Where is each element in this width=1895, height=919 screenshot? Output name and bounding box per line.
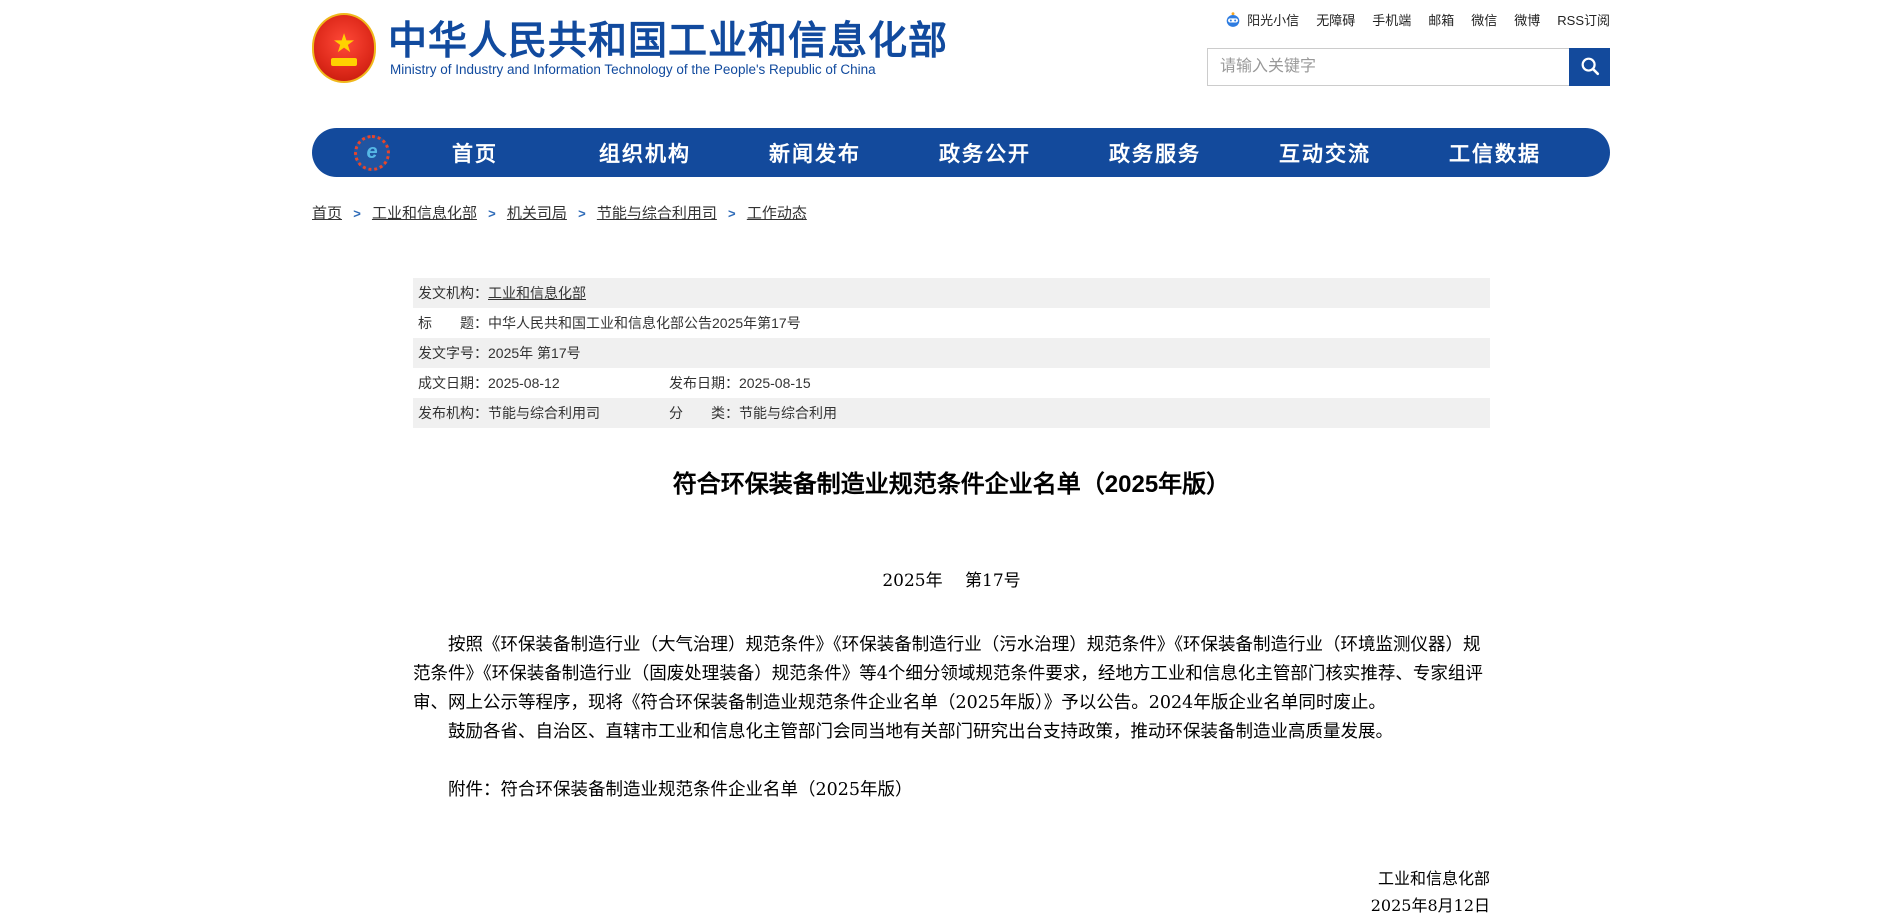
utility-link-wechat[interactable]: 微信: [1471, 10, 1497, 29]
meta-value-publisher: 节能与综合利用司: [488, 398, 600, 428]
meta-row-title: 标 题： 中华人民共和国工业和信息化部公告2025年第17号: [413, 308, 1490, 338]
robot-assistant-icon: [1224, 11, 1242, 29]
nav-item-gov-disclosure[interactable]: 政务公开: [900, 138, 1070, 168]
meta-label: 标 题：: [413, 308, 488, 338]
body-paragraph-1: 按照《环保装备制造行业（大气治理）规范条件》《环保装备制造行业（污水治理）规范条…: [413, 631, 1490, 718]
utility-link-weibo[interactable]: 微博: [1514, 10, 1540, 29]
miit-gear-logo-icon: e: [354, 135, 390, 171]
site-header: ★ 中华人民共和国工业和信息化部 Ministry of Industry an…: [312, 0, 1610, 128]
meta-value-title: 中华人民共和国工业和信息化部公告2025年第17号: [488, 308, 801, 338]
nav-item-industry-data[interactable]: 工信数据: [1410, 138, 1580, 168]
page: ★ 中华人民共和国工业和信息化部 Ministry of Industry an…: [312, 0, 1610, 919]
utility-link-accessibility[interactable]: 无障碍: [1316, 10, 1355, 29]
breadcrumb-departments[interactable]: 机关司局: [507, 205, 567, 222]
breadcrumb-separator: >: [353, 206, 361, 221]
meta-label: 分 类：: [664, 398, 739, 428]
breadcrumb-miit[interactable]: 工业和信息化部: [372, 205, 477, 222]
document-meta-table: 发文机构： 工业和信息化部 标 题： 中华人民共和国工业和信息化部公告2025年…: [413, 278, 1490, 428]
meta-value-doc-number: 2025年 第17号: [488, 338, 581, 368]
breadcrumb-separator: >: [488, 206, 496, 221]
meta-row-dates: 成文日期： 2025-08-12 发布日期： 2025-08-15: [413, 368, 1490, 398]
utility-link-mailbox[interactable]: 邮箱: [1428, 10, 1454, 29]
national-emblem-icon: ★: [312, 13, 376, 83]
utility-link-rss[interactable]: RSS订阅: [1557, 10, 1610, 29]
document-number: 2025年 第17号: [413, 566, 1490, 591]
utility-link-label: 阳光小信: [1247, 10, 1299, 29]
meta-label: 发文机构：: [413, 278, 488, 308]
nav-item-organization[interactable]: 组织机构: [560, 138, 730, 168]
meta-row-publisher-category: 发布机构： 节能与综合利用司 分 类： 节能与综合利用: [413, 398, 1490, 428]
breadcrumb-energy-dept[interactable]: 节能与综合利用司: [597, 205, 717, 222]
breadcrumb-separator: >: [728, 206, 736, 221]
site-title: 中华人民共和国工业和信息化部: [388, 10, 948, 66]
meta-value-category: 节能与综合利用: [739, 398, 837, 428]
nav-item-home[interactable]: 首页: [390, 138, 560, 168]
attachment-link[interactable]: 附件：符合环保装备制造业规范条件企业名单（2025年版）: [413, 776, 1490, 805]
search-button[interactable]: [1569, 48, 1610, 86]
meta-row-doc-number: 发文字号： 2025年 第17号: [413, 338, 1490, 368]
site-subtitle-english: Ministry of Industry and Information Tec…: [390, 62, 876, 77]
meta-value-publish-date: 2025-08-15: [739, 368, 811, 398]
body-paragraph-2: 鼓励各省、自治区、直辖市工业和信息化主管部门会同当地有关部门研究出台支持政策，推…: [413, 718, 1490, 747]
meta-label: 成文日期：: [413, 368, 488, 398]
document-article: 发文机构： 工业和信息化部 标 题： 中华人民共和国工业和信息化部公告2025年…: [413, 278, 1490, 919]
document-body: 按照《环保装备制造行业（大气治理）规范条件》《环保装备制造行业（污水治理）规范条…: [413, 631, 1490, 747]
search-bar: [1207, 48, 1610, 86]
signature-organization: 工业和信息化部: [1378, 865, 1490, 892]
nav-items: 首页 组织机构 新闻发布 政务公开 政务服务 互动交流 工信数据: [390, 138, 1610, 168]
meta-value-written-date: 2025-08-12: [488, 368, 560, 398]
signature-date: 2025年8月12日: [1371, 892, 1490, 919]
breadcrumb-work-updates[interactable]: 工作动态: [747, 205, 807, 222]
breadcrumb-home[interactable]: 首页: [312, 205, 342, 222]
main-navigation: e 首页 组织机构 新闻发布 政务公开 政务服务 互动交流 工信数据: [312, 128, 1610, 177]
meta-label: 发布日期：: [664, 368, 739, 398]
search-icon: [1579, 55, 1601, 80]
breadcrumb: 首页 > 工业和信息化部 > 机关司局 > 节能与综合利用司 > 工作动态: [312, 202, 1610, 223]
nav-item-gov-services[interactable]: 政务服务: [1070, 138, 1240, 168]
meta-row-issuing-agency: 发文机构： 工业和信息化部: [413, 278, 1490, 308]
signature-block: 工业和信息化部 2025年8月12日: [413, 865, 1490, 919]
nav-item-interaction[interactable]: 互动交流: [1240, 138, 1410, 168]
utility-link-sunshine-assistant[interactable]: 阳光小信: [1224, 10, 1299, 29]
meta-label: 发文字号：: [413, 338, 488, 368]
utility-links: 阳光小信 无障碍 手机端 邮箱 微信 微博 RSS订阅: [1224, 10, 1610, 29]
meta-label: 发布机构：: [413, 398, 488, 428]
document-title: 符合环保装备制造业规范条件企业名单（2025年版）: [413, 468, 1490, 502]
utility-link-mobile[interactable]: 手机端: [1372, 10, 1411, 29]
nav-item-news[interactable]: 新闻发布: [730, 138, 900, 168]
meta-value-issuing-agency[interactable]: 工业和信息化部: [488, 278, 586, 308]
breadcrumb-separator: >: [578, 206, 586, 221]
search-input[interactable]: [1207, 48, 1610, 86]
